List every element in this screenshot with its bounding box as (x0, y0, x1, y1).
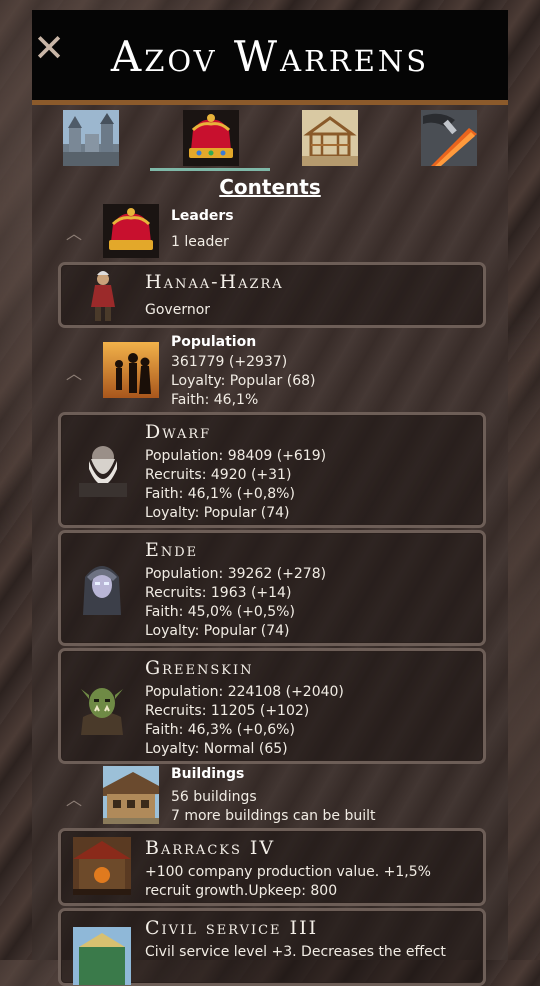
race-faith: Faith: 45,0% (+0,5%) (145, 604, 295, 620)
race-population: Population: 39262 (+278) (145, 566, 327, 582)
tab-castle[interactable] (63, 110, 119, 166)
race-loyalty: Loyalty: Normal (65) (145, 741, 288, 757)
population-title: Population (171, 334, 257, 350)
crown-icon (103, 204, 159, 258)
tab-leaders[interactable] (183, 110, 239, 166)
leader-name: Hanaa-Hazra (145, 271, 284, 293)
family-silhouette-icon (103, 342, 159, 398)
sword-icon (421, 110, 477, 166)
buildings-available: 7 more buildings can be built (171, 808, 376, 824)
race-faith: Faith: 46,1% (+0,8%) (145, 486, 295, 502)
race-loyalty: Loyalty: Popular (74) (145, 505, 290, 521)
race-card-dwarf[interactable]: Dwarf Population: 98409 (+619) Recruits:… (58, 412, 486, 528)
leader-card[interactable]: Hanaa-Hazra Governor (58, 262, 486, 328)
ende-portrait-icon (83, 566, 121, 615)
race-loyalty: Loyalty: Popular (74) (145, 623, 290, 639)
building-name: Barracks IV (145, 837, 276, 859)
race-recruits: Recruits: 1963 (+14) (145, 585, 292, 601)
barracks-icon (73, 837, 131, 895)
population-faith: Faith: 46,1% (171, 392, 259, 408)
close-icon[interactable]: ✕ (33, 29, 65, 67)
race-card-ende[interactable]: Ende Population: 39262 (+278) Recruits: … (58, 530, 486, 646)
page-title: Azov Warrens (110, 32, 430, 81)
chevron-up-icon[interactable]: ︿ (66, 220, 82, 244)
governor-portrait-icon (91, 271, 115, 321)
race-population: Population: 224108 (+2040) (145, 684, 344, 700)
race-population: Population: 98409 (+619) (145, 448, 327, 464)
building-upkeep: recruit growth.Upkeep: 800 (145, 883, 338, 899)
castle-icon (63, 110, 119, 166)
building-effect: +100 company production value. +1,5% (145, 864, 431, 880)
race-name: Greenskin (145, 657, 254, 679)
building-effect: Civil service level +3. Decreases the ef… (145, 944, 446, 960)
race-name: Ende (145, 539, 199, 561)
building-card-civil-service[interactable]: Civil service III Civil service level +3… (58, 908, 486, 986)
title-bar: Azov Warrens (32, 10, 508, 105)
chevron-up-icon[interactable]: ︿ (66, 360, 82, 384)
race-recruits: Recruits: 4920 (+31) (145, 467, 292, 483)
building-frame-icon (302, 110, 358, 166)
buildings-title: Buildings (171, 766, 245, 782)
dwarf-portrait-icon (79, 446, 127, 497)
tab-bar (32, 110, 508, 170)
selected-tab-indicator (150, 168, 270, 171)
building-name: Civil service III (145, 917, 319, 939)
buildings-count: 56 buildings (171, 789, 257, 805)
building-card-barracks[interactable]: Barracks IV +100 company production valu… (58, 828, 486, 906)
crown-icon (183, 110, 239, 166)
race-card-greenskin[interactable]: Greenskin Population: 224108 (+2040) Rec… (58, 648, 486, 764)
building-icon (103, 766, 159, 824)
leaders-summary: 1 leader (171, 234, 229, 250)
leader-role: Governor (145, 302, 211, 318)
chevron-up-icon[interactable]: ︿ (66, 786, 82, 810)
leaders-title: Leaders (171, 208, 234, 224)
race-name: Dwarf (145, 421, 212, 443)
race-recruits: Recruits: 11205 (+102) (145, 703, 310, 719)
population-total: 361779 (+2937) (171, 354, 288, 370)
greenskin-portrait-icon (81, 688, 123, 735)
race-faith: Faith: 46,3% (+0,6%) (145, 722, 295, 738)
contents-heading: Contents (219, 175, 321, 199)
tab-military[interactable] (421, 110, 477, 166)
civil-service-icon (73, 927, 131, 985)
tab-buildings[interactable] (302, 110, 358, 166)
population-loyalty: Loyalty: Popular (68) (171, 373, 316, 389)
